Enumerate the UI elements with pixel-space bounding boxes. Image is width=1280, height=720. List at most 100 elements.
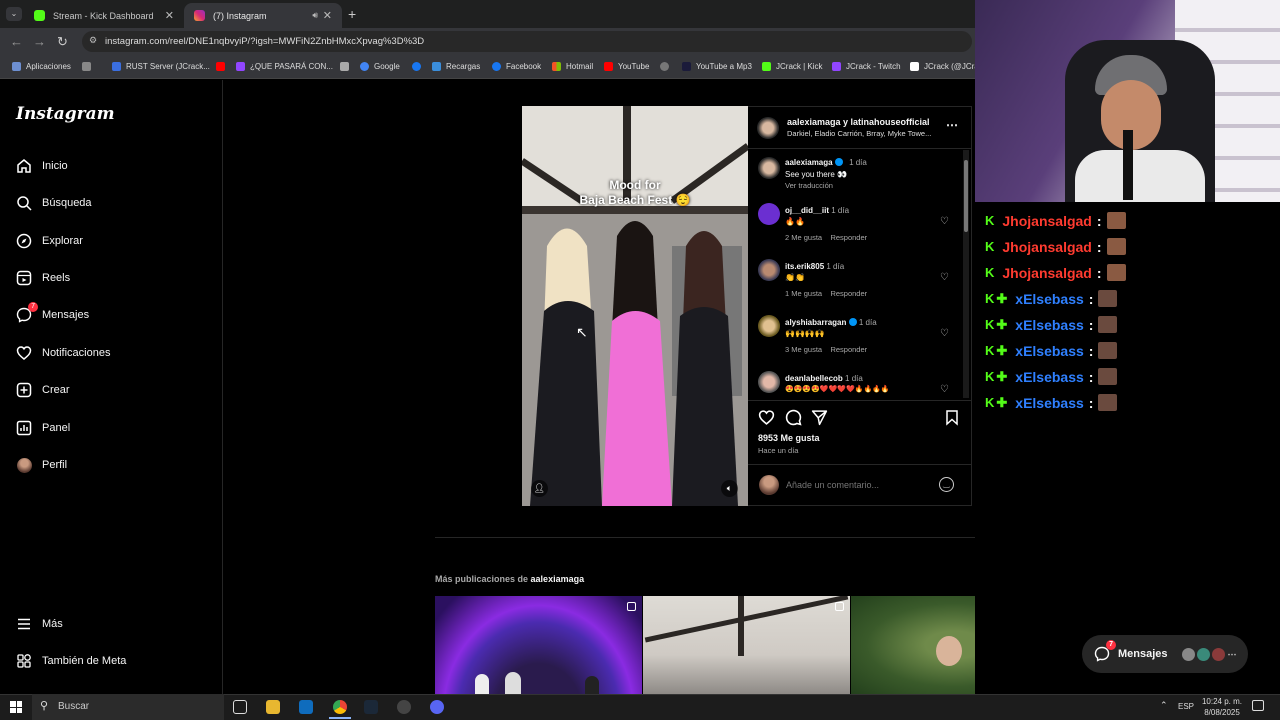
plus-badge-icon: ✚ (996, 394, 1008, 410)
youtube-icon[interactable] (216, 62, 230, 71)
bookmark-que-pasara[interactable]: ¿QUE PASARÁ CON... (236, 62, 333, 71)
bookmark-twitch[interactable]: JCrack - Twitch (832, 62, 901, 71)
comment-avatar[interactable] (758, 315, 780, 337)
grid-post[interactable] (643, 596, 850, 694)
chrome-icon[interactable] (333, 700, 347, 714)
comment-avatar[interactable] (758, 259, 780, 281)
post-header-music[interactable]: Darkiel, Eladio Carrión, Brray, Myke Tow… (787, 129, 931, 138)
save-button[interactable] (944, 409, 960, 431)
facebook-icon (492, 62, 501, 71)
sidebar-item-explorar[interactable]: Explorar (16, 233, 83, 249)
grid-post-figure (475, 674, 489, 694)
comment-avatar[interactable] (758, 371, 780, 393)
messages-pill[interactable]: 7 Mensajes ⋯ (1082, 635, 1248, 673)
comment-avatar[interactable] (758, 203, 780, 225)
share-button[interactable] (811, 409, 828, 431)
comment-like-icon[interactable]: ♡ (940, 384, 949, 395)
comment-item: alyshiabarragan 1 día 🙌🙌🙌🙌 3 Me gusta Re… (785, 318, 877, 354)
globe-icon[interactable] (660, 62, 674, 71)
sidebar-item-panel[interactable]: Panel (16, 420, 70, 436)
emote-icon (1098, 368, 1118, 385)
discord-icon[interactable] (430, 700, 444, 714)
bookmark-google[interactable]: Google (360, 62, 400, 71)
start-button[interactable] (10, 701, 22, 713)
tray-chevron-icon[interactable]: ⌃ (1160, 700, 1168, 711)
chat-message: K ✚ xElsebass: (985, 394, 1118, 411)
sidebar-item-reels[interactable]: Reels (16, 270, 70, 286)
close-icon[interactable]: ✕ (323, 9, 332, 22)
active-app-indicator (329, 717, 351, 719)
like-count[interactable]: 8953 Me gusta (758, 433, 820, 443)
scrollbar-thumb[interactable] (964, 160, 968, 232)
comment-button[interactable] (785, 409, 802, 431)
obs-icon[interactable] (397, 700, 411, 714)
more-options-icon[interactable]: ⋯ (946, 118, 958, 132)
grid-icon[interactable] (82, 62, 96, 71)
sidebar-item-inicio[interactable]: Inicio (16, 158, 68, 174)
sidebar-item-tambien-de-meta[interactable]: También de Meta (16, 653, 126, 669)
streamer-shirt (1075, 150, 1205, 202)
steam-icon[interactable] (364, 700, 378, 714)
address-bar[interactable]: ⚙︎ instagram.com/reel/DNE1nqbvyiP/?igsh=… (82, 31, 972, 52)
divider (748, 464, 972, 465)
taskbar-search[interactable]: ⚲ Buscar (32, 694, 224, 720)
kick-badge-icon: K (985, 395, 995, 410)
speaker-icon[interactable]: 🔊︎ (312, 10, 318, 21)
like-button[interactable] (758, 409, 775, 431)
task-view-icon[interactable] (233, 700, 247, 714)
back-icon[interactable]: ← (10, 34, 23, 49)
tab-search-button[interactable]: ⌄ (6, 7, 22, 21)
tagged-user-icon[interactable]: 👤︎ (531, 480, 548, 497)
comment-input[interactable] (786, 477, 926, 493)
music-icon (682, 62, 691, 71)
emoji-icon[interactable]: ‿ (939, 477, 954, 492)
site-info-icon[interactable]: ⚙︎ (89, 35, 97, 46)
tab-instagram[interactable]: (7) Instagram 🔊︎ ✕ (184, 3, 342, 28)
bookmark-yt-mp3[interactable]: YouTube a Mp3 (682, 62, 752, 71)
emote-icon (1098, 316, 1118, 333)
bookmark-hotmail[interactable]: Hotmail (552, 62, 593, 71)
language-indicator[interactable]: ESP (1178, 702, 1194, 711)
notification-center-icon[interactable] (1252, 700, 1264, 711)
comments-scrollbar[interactable] (963, 150, 969, 398)
divider (748, 400, 972, 401)
reel-video[interactable]: Mood for Baja Beach Fest 😌 👤︎ 🔈︎ ↖ (522, 106, 748, 506)
sidebar-item-perfil[interactable]: Perfil (16, 457, 67, 473)
facebook-icon[interactable] (412, 62, 426, 71)
instagram-logo[interactable]: Instagram (16, 104, 115, 124)
comment-like-icon[interactable]: ♡ (940, 272, 949, 283)
comment-item: oj__did__iit 1 día 🔥🔥 2 Me gusta Respond… (785, 206, 868, 242)
volume-icon[interactable]: 🔈︎ (721, 480, 738, 497)
bookmark-facebook[interactable]: Facebook (492, 62, 541, 71)
grid-post[interactable] (435, 596, 642, 694)
bookmark-youtube[interactable]: YouTube (604, 62, 649, 71)
bookmark-x[interactable]: JCrack (@JCra (910, 62, 979, 71)
bookmark-apps[interactable]: Aplicaciones (12, 62, 71, 71)
author-avatar[interactable] (758, 157, 780, 179)
sidebar-item-crear[interactable]: Crear (16, 382, 70, 398)
bookmark-rust[interactable]: RUST Server (JCrack... (112, 62, 210, 71)
clock[interactable]: 10:24 p. m. 8/08/2025 (1200, 696, 1244, 718)
close-icon[interactable]: ✕ (165, 9, 174, 22)
reload-icon[interactable]: ↻ (57, 34, 68, 50)
star-icon[interactable] (340, 62, 354, 71)
forward-icon[interactable]: → (33, 34, 46, 49)
bookmark-recargas[interactable]: Recargas (432, 62, 480, 71)
emote-icon (1098, 394, 1118, 411)
file-explorer-icon[interactable] (266, 700, 280, 714)
comment-like-icon[interactable]: ♡ (940, 328, 949, 339)
sidebar-item-notificaciones[interactable]: Notificaciones (16, 345, 110, 361)
sidebar-item-mensajes[interactable]: 7 Mensajes (16, 302, 89, 323)
messenger-icon: 7 (16, 302, 38, 323)
outlook-icon[interactable] (299, 700, 313, 714)
new-tab-button[interactable]: + (348, 6, 356, 22)
post-header-title[interactable]: aalexiamaga y latinahouseofficial (787, 117, 930, 127)
sidebar-item-mas[interactable]: Más (16, 616, 63, 632)
bookmark-kick[interactable]: JCrack | Kick (762, 62, 823, 71)
author-avatar[interactable] (757, 117, 779, 139)
sidebar-item-busqueda[interactable]: Búsqueda (16, 195, 92, 211)
comment-like-icon[interactable]: ♡ (940, 216, 949, 227)
chat-message: K Jhojansalgad: (985, 264, 1126, 281)
tab-kick-dashboard[interactable]: Stream - Kick Dashboard ✕ (24, 3, 184, 28)
divider (435, 537, 1058, 538)
